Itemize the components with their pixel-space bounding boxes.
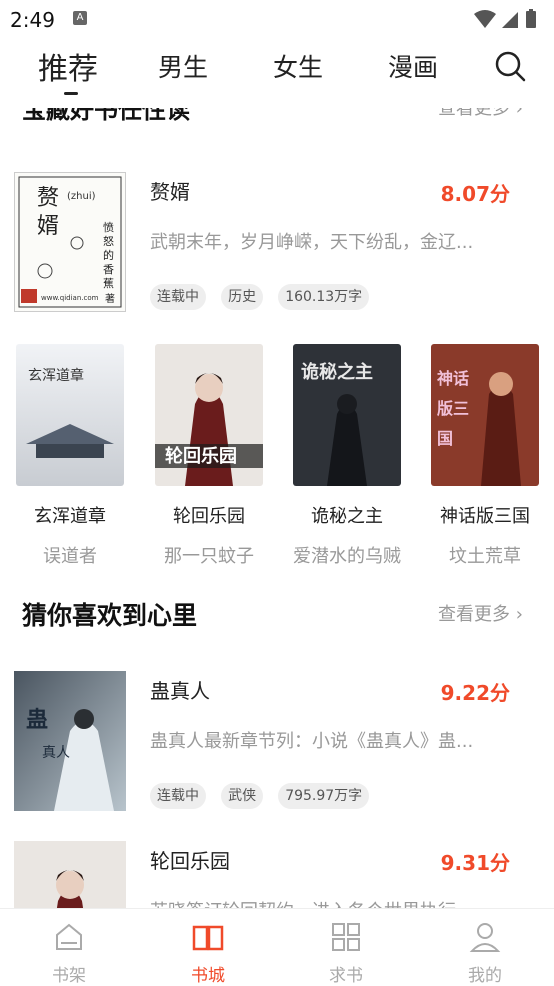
tag-wordcount: 160.13万字 xyxy=(278,284,370,310)
book-description: 武朝末年，岁月峥嵘，天下纷乱，金辽... xyxy=(150,232,474,253)
cover-title-char2: 婿 xyxy=(37,214,59,239)
svg-text:怒: 怒 xyxy=(103,234,114,248)
featured-book-guzhenren[interactable]: 蛊 真人 蛊真人 9.22分 蛊真人最新章节列：小说《蛊真人》蛊... 连载中 … xyxy=(0,671,554,831)
grid-book-title: 轮回乐园 xyxy=(173,506,245,527)
featured-book-lunhui[interactable]: 轮回乐园 9.31分 苏晓签订轮回契约，进入各个世界执行... xyxy=(0,841,554,908)
grid-book-title: 诡秘之主 xyxy=(311,506,383,527)
grid-book-1[interactable]: 玄浑道章 玄浑道章 误道者 xyxy=(16,344,124,568)
book-title: 赘婿 xyxy=(150,180,190,204)
svg-text:香: 香 xyxy=(103,263,114,276)
grid-book-4[interactable]: 神话 版三 国 神话版三国 坟土荒草 xyxy=(431,344,539,568)
status-bar: 2:49 A xyxy=(0,0,554,40)
prev-section-more-link[interactable]: 查看更多 › xyxy=(438,108,523,120)
active-tab-indicator xyxy=(64,92,78,95)
system-status-icons xyxy=(474,9,536,28)
status-time: 2:49 xyxy=(10,8,55,32)
grid-book-2[interactable]: 轮回乐园 轮回乐园 那一只蚊子 xyxy=(155,344,263,568)
bottom-nav: 书架 书城 求书 我的 xyxy=(0,908,554,986)
top-tabs: 推荐 男生 女生 漫画 xyxy=(0,40,554,108)
book-open-icon xyxy=(192,925,224,951)
tag-status: 连载中 xyxy=(150,284,206,310)
book-title: 轮回乐园 xyxy=(150,849,230,873)
nav-label: 求书 xyxy=(329,966,363,986)
nav-label: 书架 xyxy=(52,966,86,986)
featured-book-zhuixu[interactable]: 赘 婿 (zhui) 愤 怒 的 香 蕉 www.qidian.com 著 赘婿… xyxy=(0,172,554,332)
svg-text:版三: 版三 xyxy=(436,399,469,418)
svg-text:愤: 愤 xyxy=(103,221,114,234)
bookshelf-icon xyxy=(56,923,82,950)
svg-text:蕉: 蕉 xyxy=(103,277,114,290)
nav-bookshelf[interactable]: 书架 xyxy=(34,919,104,986)
user-icon xyxy=(469,923,501,952)
book-description: 蛊真人最新章节列：小说《蛊真人》蛊... xyxy=(150,731,474,752)
nav-bookstore[interactable]: 书城 xyxy=(173,919,243,986)
book-tags: 连载中 历史 160.13万字 xyxy=(150,284,379,310)
svg-text:著: 著 xyxy=(105,292,115,305)
tag-status: 连载中 xyxy=(150,783,206,809)
book-grid: 玄浑道章 玄浑道章 误道者 轮回乐园 轮回乐园 那一只蚊子 诡秘之主 诡秘之主 … xyxy=(0,344,554,567)
tab-female[interactable]: 女生 xyxy=(273,48,323,84)
nav-label: 书城 xyxy=(191,966,225,986)
grid-book-author: 爱潜水的乌贼 xyxy=(293,546,401,567)
svg-text:轮回乐园: 轮回乐园 xyxy=(165,445,237,467)
svg-text:国: 国 xyxy=(437,429,453,448)
cover-pinyin: (zhui) xyxy=(67,191,96,202)
book-cover: 轮回乐园 xyxy=(155,344,263,486)
book-score: 9.31分 xyxy=(440,851,510,875)
section-title: 猜你喜欢到心里 xyxy=(22,601,198,630)
cover-title-char1: 赘 xyxy=(37,186,59,211)
tab-male[interactable]: 男生 xyxy=(158,48,208,84)
search-icon[interactable] xyxy=(492,48,528,84)
notification-icon: A xyxy=(73,11,87,25)
tag-genre: 历史 xyxy=(221,284,264,310)
book-tags: 连载中 武侠 795.97万字 xyxy=(150,783,379,809)
book-cover xyxy=(14,841,126,908)
nav-label: 我的 xyxy=(468,966,502,986)
book-score: 9.22分 xyxy=(440,681,510,705)
svg-text:神话: 神话 xyxy=(437,369,469,388)
book-score: 8.07分 xyxy=(440,182,510,206)
svg-text:真人: 真人 xyxy=(42,745,70,761)
tag-wordcount: 795.97万字 xyxy=(278,783,370,809)
grid-book-author: 坟土荒草 xyxy=(449,546,521,567)
prev-section-title: 宝藏好书任性读 xyxy=(22,108,190,124)
book-cover: 蛊 真人 xyxy=(14,671,126,811)
svg-text:的: 的 xyxy=(103,248,114,262)
grid-book-3[interactable]: 诡秘之主 诡秘之主 爱潜水的乌贼 xyxy=(293,344,401,568)
svg-text:玄浑道章: 玄浑道章 xyxy=(28,367,84,384)
content-area: 宝藏好书任性读 查看更多 › 赘 婿 (zhui) 愤 怒 的 香 蕉 www.… xyxy=(0,108,554,908)
grid-book-title: 神话版三国 xyxy=(440,506,530,527)
grid-book-author: 误道者 xyxy=(43,546,97,567)
svg-text:诡秘之主: 诡秘之主 xyxy=(301,361,373,383)
section-more-link[interactable]: 查看更多 › xyxy=(438,600,523,626)
tab-recommend[interactable]: 推荐 xyxy=(38,44,98,88)
nav-request[interactable]: 求书 xyxy=(311,919,381,986)
nav-mine[interactable]: 我的 xyxy=(450,919,520,986)
book-title: 蛊真人 xyxy=(150,679,210,703)
book-description: 苏晓签订轮回契约，进入各个世界执行... xyxy=(150,897,510,908)
grid-icon xyxy=(332,923,360,951)
svg-text:www.qidian.com: www.qidian.com xyxy=(41,294,99,302)
tab-comics[interactable]: 漫画 xyxy=(388,48,438,84)
book-cover: 神话 版三 国 xyxy=(431,344,539,486)
book-cover: 赘 婿 (zhui) 愤 怒 的 香 蕉 www.qidian.com 著 xyxy=(14,172,126,312)
grid-book-author: 那一只蚊子 xyxy=(164,546,254,567)
book-cover: 玄浑道章 xyxy=(16,344,124,486)
svg-text:蛊: 蛊 xyxy=(26,707,48,733)
book-cover: 诡秘之主 xyxy=(293,344,401,486)
grid-book-title: 玄浑道章 xyxy=(34,506,106,527)
tag-genre: 武侠 xyxy=(221,783,264,809)
